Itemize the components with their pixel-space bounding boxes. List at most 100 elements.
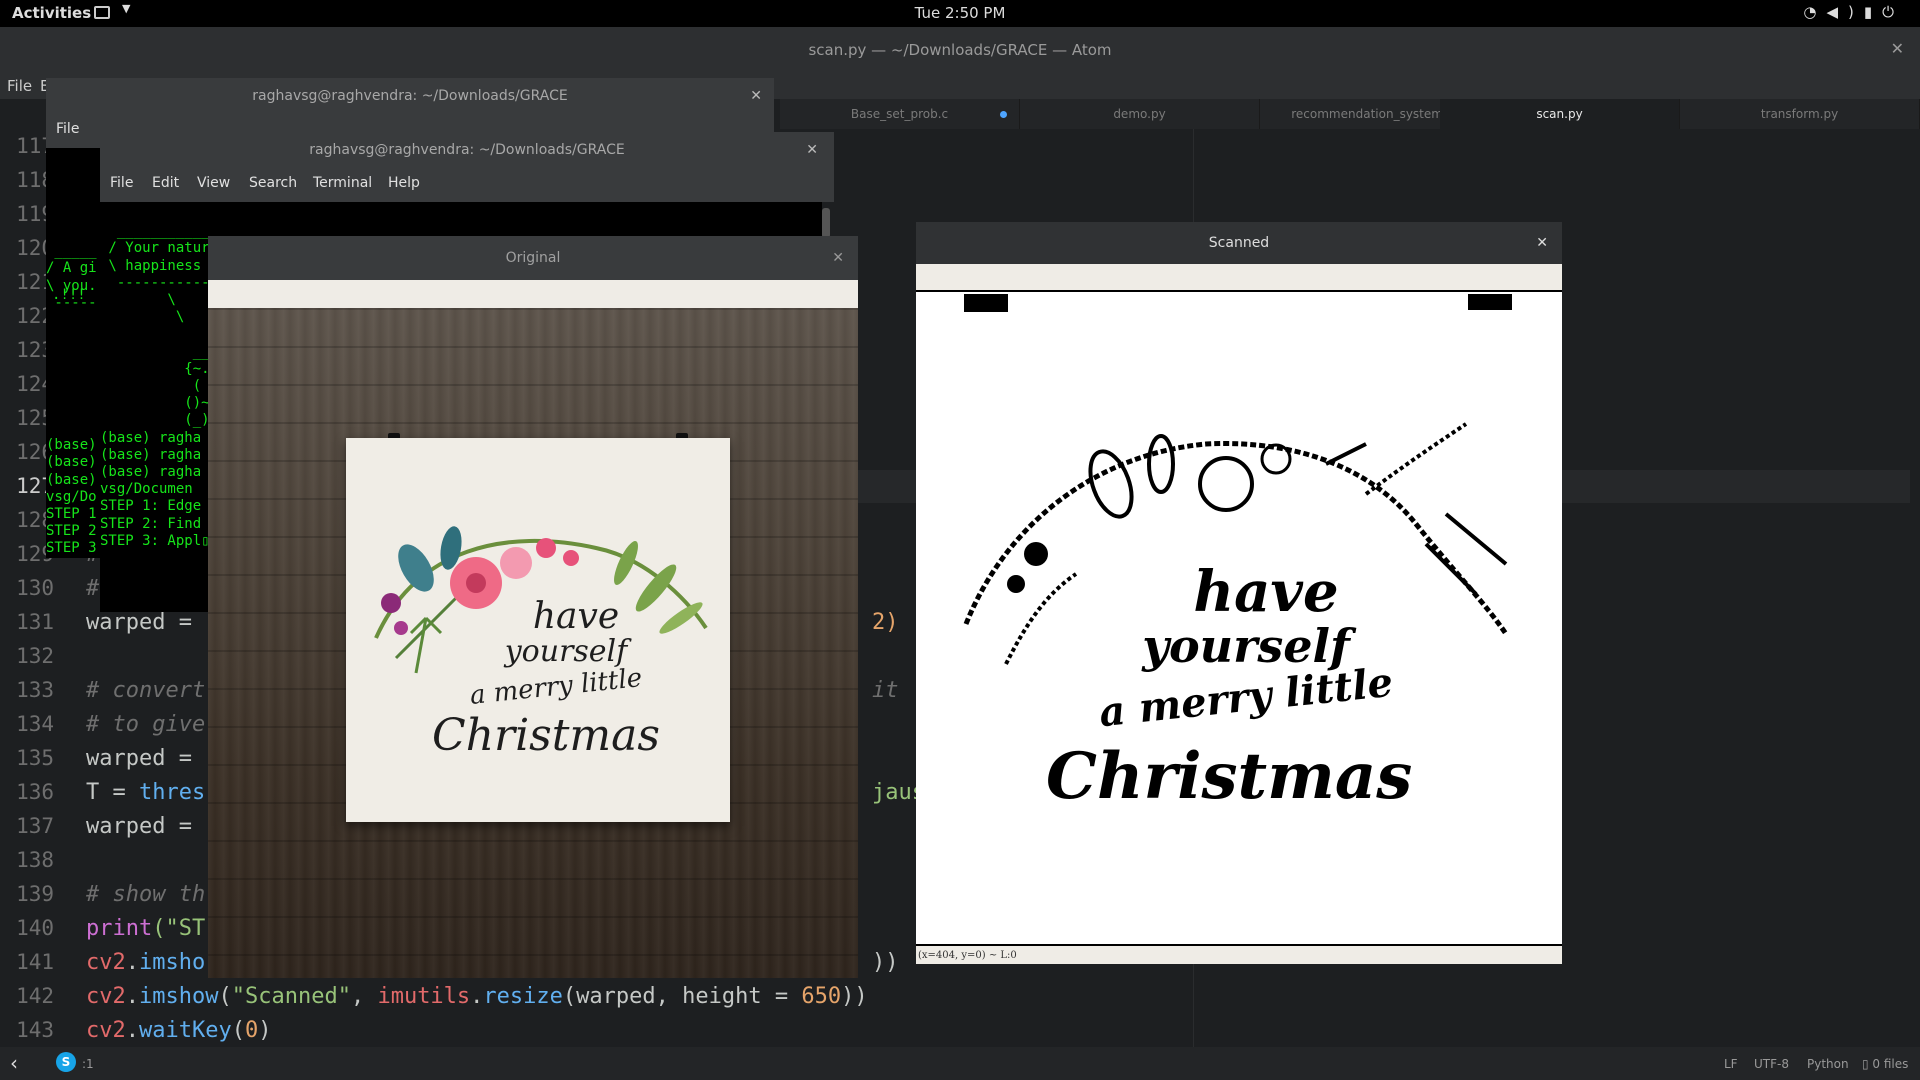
terminal-titlebar: raghavsg@raghvendra: ~/Downloads/GRACE ✕	[46, 78, 774, 114]
close-icon[interactable]: ✕	[1536, 222, 1548, 264]
original-image[interactable]: have yourself a merry little Christmas	[208, 308, 858, 978]
menu-help[interactable]: Help	[388, 175, 420, 191]
file-count-label: 0 files	[1872, 1057, 1909, 1071]
code-token: ("ST	[152, 916, 206, 941]
clip-artifact	[1468, 294, 1512, 310]
scanned-image-window[interactable]: Scanned ✕ have yourself a merry little C…	[916, 222, 1562, 964]
menu-terminal[interactable]: Terminal	[313, 175, 372, 191]
menu-edit[interactable]: Edit	[152, 175, 179, 191]
tab-demo[interactable]: demo.py	[1020, 99, 1260, 129]
code-line: # to give	[86, 712, 206, 737]
code-line: # show th	[86, 882, 206, 907]
terminal-line: STEP 1	[46, 506, 97, 523]
terminal-line: STEP 3: Appl	[100, 532, 202, 549]
code-token: cv2	[86, 950, 126, 975]
code-line: warped =	[86, 814, 206, 839]
close-icon[interactable]: ✕	[806, 132, 818, 168]
clip-artifact	[964, 294, 1008, 312]
close-icon[interactable]: ✕	[832, 236, 844, 280]
terminal-line: \ happiness	[100, 257, 202, 274]
terminal-line: (base)	[46, 454, 97, 471]
terminal-cursor: ▯	[46, 558, 54, 560]
code-token: T =	[86, 780, 139, 805]
terminal-line: \	[100, 309, 185, 326]
code-token: waitKey	[139, 1018, 232, 1043]
atom-titlebar: scan.py — ~/Downloads/GRACE — Atom ✕	[0, 27, 1920, 73]
poster-text-line: have	[532, 596, 620, 637]
system-tray[interactable]: ◔◀)▮⏻	[1803, 3, 1904, 21]
code-line: print("ST	[86, 916, 205, 941]
terminal-line: (base)	[46, 471, 97, 488]
line-number: 131	[16, 610, 54, 634]
menu-file[interactable]: File	[110, 175, 133, 191]
cursor-position[interactable]: :1	[82, 1057, 94, 1071]
skype-icon[interactable]: S	[56, 1052, 76, 1072]
window-title: Original	[505, 250, 561, 266]
line-number: 135	[16, 746, 54, 770]
code-line: # convert	[86, 678, 206, 703]
original-window-titlebar: Original ✕	[208, 236, 858, 280]
menu-file[interactable]: File	[7, 77, 32, 95]
menu-search[interactable]: Search	[249, 175, 297, 191]
tab-bar: Base_set_prob.c demo.py recommendation_s…	[780, 99, 1920, 129]
code-token: imsho	[139, 950, 206, 975]
terminal-line: (base) ragha	[100, 446, 202, 463]
terminal-line: STEP 3	[46, 540, 97, 557]
terminal-line: vsg/Do	[46, 488, 97, 505]
menu-view[interactable]: View	[197, 175, 230, 191]
terminal-output-fragment: (base) (base) (base) vsg/Do STEP 1 STEP …	[46, 420, 106, 560]
code-token: 0	[244, 1018, 259, 1043]
close-icon[interactable]: ✕	[1891, 39, 1904, 58]
back-arrow-icon[interactable]: ‹	[10, 1051, 18, 1075]
code-line: #	[86, 576, 100, 601]
image-toolbar-strip	[916, 264, 1562, 292]
code-token: resize	[483, 984, 563, 1009]
grammar[interactable]: Python	[1807, 1057, 1849, 1071]
original-image-window[interactable]: Original ✕ have yourself a merry little …	[208, 236, 858, 978]
scanned-status-bar: (x=404, y=0) ~ L:0	[916, 944, 1562, 964]
power-icon[interactable]: ⏻	[1882, 3, 1904, 21]
window-title: Scanned	[1208, 235, 1270, 251]
terminal-line: (base)	[46, 437, 97, 454]
code-token: print	[86, 916, 153, 941]
image-toolbar-strip	[208, 280, 858, 308]
terminal-line: STEP 2: Find	[100, 515, 202, 532]
terminal-title: raghavsg@raghvendra: ~/Downloads/GRACE	[252, 88, 568, 104]
line-number: 142	[16, 984, 54, 1008]
wifi-icon[interactable]: ◔	[1803, 3, 1826, 21]
modified-indicator	[1000, 111, 1007, 118]
code-token: imshow	[139, 984, 219, 1009]
clock[interactable]: Tue 2:50 PM	[0, 4, 1920, 22]
line-number: 139	[16, 882, 54, 906]
atom-status-bar: ‹ S :1 LF UTF-8 Python ▯ 0 files	[0, 1047, 1920, 1080]
line-ending[interactable]: LF	[1724, 1057, 1738, 1071]
close-icon[interactable]: ✕	[750, 78, 762, 114]
code-token: 650	[801, 984, 842, 1009]
code-token: (warped, height =	[562, 984, 802, 1009]
terminal-title: raghavsg@raghvendra: ~/Downloads/GRACE	[309, 142, 625, 158]
terminal-scrollbar[interactable]	[822, 208, 830, 238]
encoding[interactable]: UTF-8	[1754, 1057, 1789, 1071]
top-bar: Activities ▼ Tue 2:50 PM ◔◀)▮⏻	[0, 0, 1920, 27]
volume-icon[interactable]: ◀)	[1826, 3, 1863, 21]
code-token: thres	[138, 780, 206, 805]
line-number: 141	[16, 950, 54, 974]
terminal-menubar: File Edit View Search Terminal Help	[100, 168, 834, 202]
tab-base-set-prob[interactable]: Base_set_prob.c	[780, 99, 1020, 129]
code-line: cv2.imshow("Scanned", imutils.resize(war…	[86, 984, 868, 1009]
tab-transform[interactable]: transform.py	[1680, 99, 1920, 129]
scanned-image[interactable]: have yourself a merry little Christmas	[916, 294, 1562, 944]
terminal-line: (base) ragha	[100, 464, 202, 481]
line-number: 133	[16, 678, 54, 702]
menu-file[interactable]: File	[56, 121, 79, 137]
tab-label: transform.py	[1760, 107, 1839, 121]
battery-icon[interactable]: ▮	[1864, 3, 1882, 21]
terminal-line: _____	[46, 243, 97, 260]
terminal-line: \	[100, 292, 176, 309]
file-count[interactable]: ▯ 0 files	[1862, 1057, 1908, 1071]
terminal-line: STEP 2	[46, 523, 97, 540]
line-number: 134	[16, 712, 54, 736]
terminal-titlebar: raghavsg@raghvendra: ~/Downloads/GRACE ✕	[100, 132, 834, 168]
code-line: cv2.waitKey(0)	[86, 1018, 272, 1043]
tab-scan[interactable]: scan.py	[1440, 99, 1680, 129]
